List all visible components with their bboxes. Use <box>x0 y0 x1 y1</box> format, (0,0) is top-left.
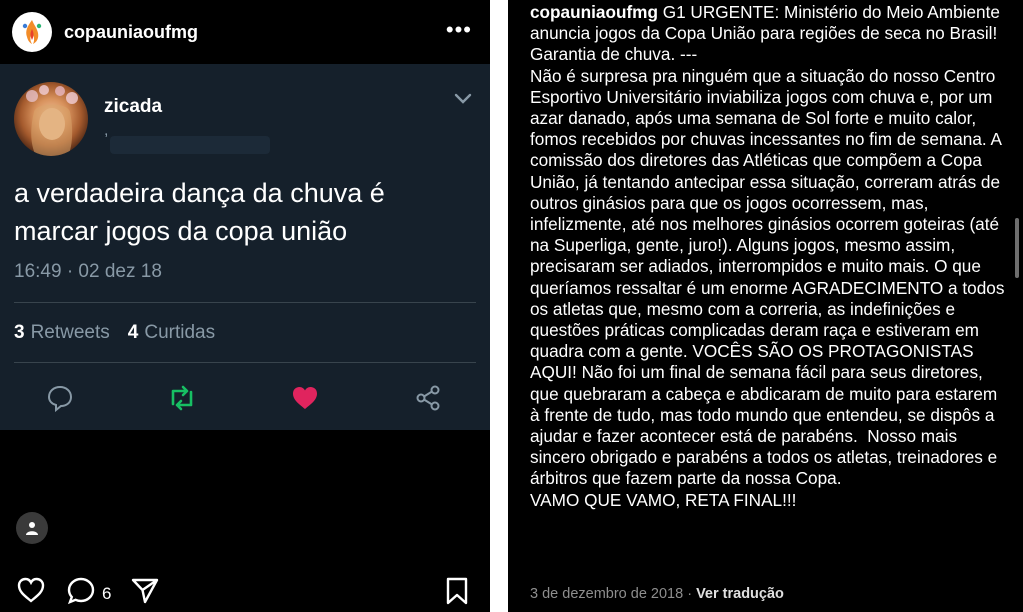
divider <box>14 302 476 303</box>
send-icon[interactable] <box>130 576 160 604</box>
post-date: 3 de dezembro de 2018 <box>530 586 684 602</box>
comment-area <box>0 430 490 560</box>
blurred-handle <box>110 136 270 154</box>
tweet-text: a verdadeira dança da chuva é marcar jog… <box>14 178 385 246</box>
post-header: copauniaoufmg ••• <box>0 0 490 64</box>
bookmark-icon[interactable] <box>444 576 470 606</box>
avatar-portrait <box>26 85 78 156</box>
account-avatar[interactable] <box>12 12 52 52</box>
caption-username[interactable]: copauniaoufmg <box>530 2 658 22</box>
tweet-stats: 3 Retweets 4 Curtidas <box>14 322 215 344</box>
divider <box>14 362 476 363</box>
retweets-stat: 3 Retweets <box>14 322 110 344</box>
scrollbar[interactable] <box>1015 218 1019 278</box>
post-action-bar: 6 <box>0 566 490 612</box>
caption-panel: copauniaoufmg G1 URGENTE: Ministério do … <box>508 0 1023 612</box>
caption-text: G1 URGENTE: Ministério do Meio Ambiente … <box>530 2 1005 510</box>
more-icon[interactable]: ••• <box>446 19 472 41</box>
user-icon[interactable] <box>16 512 48 544</box>
comment-icon <box>66 576 96 611</box>
footer-separator: · <box>683 586 697 602</box>
likes-stat: 4 Curtidas <box>128 322 215 344</box>
likes-label: Curtidas <box>144 322 216 343</box>
see-translation-link[interactable]: Ver tradução <box>696 586 784 602</box>
retweet-icon <box>166 382 198 414</box>
chevron-down-icon <box>454 92 472 110</box>
instagram-post-panel: copauniaoufmg ••• zicada , a verdadeira … <box>0 0 490 612</box>
account-name[interactable]: copauniaoufmg <box>64 22 198 43</box>
tweet-avatar <box>14 82 88 156</box>
likes-count: 4 <box>127 322 139 343</box>
tweet-screenshot: zicada , a verdadeira dança da chuva é m… <box>0 64 490 430</box>
screenshot-divider <box>490 0 508 612</box>
tweet-handle: , <box>104 122 109 139</box>
tweet-display-name: zicada <box>104 96 163 117</box>
retweets-label: Retweets <box>30 322 110 343</box>
heart-filled-icon <box>289 382 321 414</box>
tweet-actions <box>0 378 490 418</box>
reply-icon <box>44 382 76 414</box>
comment-button[interactable]: 6 <box>66 576 111 611</box>
comment-count: 6 <box>102 583 112 603</box>
retweets-count: 3 <box>14 322 25 343</box>
heart-outline-icon[interactable] <box>16 576 46 604</box>
share-icon <box>412 382 444 414</box>
caption-footer: 3 de dezembro de 2018 · Ver tradução <box>530 586 784 602</box>
post-caption: copauniaoufmg G1 URGENTE: Ministério do … <box>530 2 1008 511</box>
copa-uniao-logo <box>22 20 42 44</box>
tweet-timestamp: 16:49 · 02 dez 18 <box>14 261 162 282</box>
